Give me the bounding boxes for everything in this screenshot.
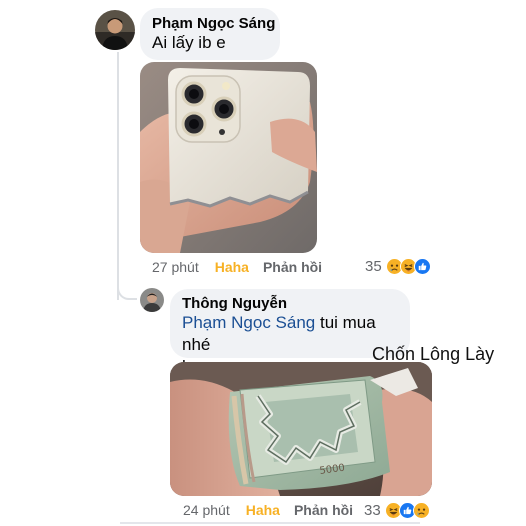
reaction-count: 33 bbox=[364, 502, 381, 519]
reaction-summary[interactable]: 35 bbox=[365, 258, 431, 275]
comment-text: Ai lấy ib e bbox=[152, 33, 226, 52]
thread-line bbox=[117, 52, 119, 300]
reply-button[interactable]: Phản hồi bbox=[294, 502, 353, 518]
mention-link[interactable]: Phạm Ngọc Sáng bbox=[182, 313, 315, 332]
comment-bubble: Phạm Ngọc Sáng Ai lấy ib e bbox=[140, 8, 280, 60]
comment-actions: 24 phút Haha Phản hồi bbox=[183, 502, 353, 518]
haha-button[interactable]: Haha bbox=[246, 502, 280, 518]
comment-author[interactable]: Phạm Ngọc Sáng bbox=[152, 15, 275, 32]
avatar[interactable] bbox=[140, 288, 164, 312]
sad-reaction-icon bbox=[412, 502, 430, 519]
overlay-caption: Chốn Lông Lày bbox=[372, 344, 495, 364]
thread-connector bbox=[117, 286, 137, 300]
reaction-count: 35 bbox=[365, 258, 382, 275]
comment-timestamp[interactable]: 27 phút bbox=[152, 259, 199, 275]
comment-author[interactable]: Thông Nguyễn bbox=[182, 295, 398, 312]
bottom-divider bbox=[120, 522, 420, 524]
haha-button[interactable]: Haha bbox=[215, 259, 249, 275]
comment-photo[interactable]: 5000 bbox=[170, 362, 432, 496]
comment-actions: 27 phút Haha Phản hồi bbox=[152, 259, 322, 275]
like-reaction-icon bbox=[413, 258, 431, 275]
reaction-summary[interactable]: 33 bbox=[364, 502, 430, 519]
comment-photo[interactable] bbox=[140, 62, 317, 253]
avatar[interactable] bbox=[95, 10, 135, 50]
reply-button[interactable]: Phản hồi bbox=[263, 259, 322, 275]
comment-timestamp[interactable]: 24 phút bbox=[183, 502, 230, 518]
